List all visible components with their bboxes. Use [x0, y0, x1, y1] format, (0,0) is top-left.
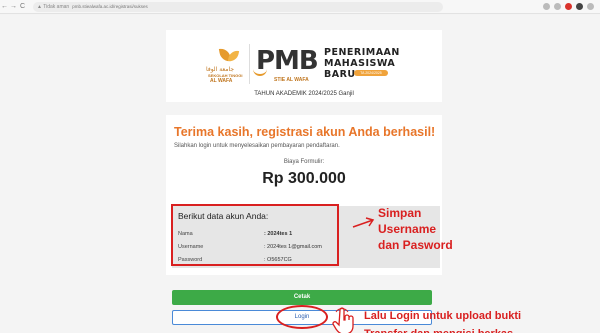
save-credentials-note: Simpan Username dan Pasword: [378, 205, 453, 253]
forward-icon[interactable]: →: [9, 0, 18, 14]
year-badge: TA 2024/2025: [354, 70, 388, 76]
fee-label: Biaya Formulir:: [283, 159, 325, 165]
share-icon[interactable]: [554, 3, 561, 10]
security-warning-label[interactable]: ▲ Tidak aman: [37, 4, 69, 10]
login-instruction: Silahkan login untuk menyelesaikan pemba…: [174, 143, 340, 149]
profile-icon[interactable]: [576, 3, 583, 10]
fee-amount: Rp 300.000: [262, 170, 346, 187]
highlight-ellipse: [276, 305, 328, 329]
page-content: جامعة الوفا SEKOLAH TINGGI AL WAFA PMB S…: [0, 15, 600, 333]
highlight-rectangle: [171, 204, 339, 266]
login-upload-note: Lalu Login untuk upload bukti Transfer d…: [364, 307, 521, 333]
logo-subtitle-2: AL WAFA: [210, 78, 233, 84]
logo-arabic-text: جامعة الوفا: [206, 66, 235, 73]
admission-title-line-1: PENERIMAAN: [324, 47, 400, 58]
back-icon[interactable]: ←: [0, 0, 9, 14]
pointing-hand-icon: [332, 306, 356, 333]
address-bar[interactable]: ▲ Tidak aman pmb.stiealwafa.ac.id/regist…: [33, 1, 443, 12]
extension-icons: [543, 3, 594, 10]
save-note-line-2: Username: [378, 222, 437, 236]
browser-toolbar: ← → C ▲ Tidak aman pmb.stiealwafa.ac.id/…: [0, 0, 600, 14]
address-text[interactable]: pmb.stiealwafa.ac.id/registrasi/sukses: [72, 4, 148, 9]
save-note-line-1: Simpan: [378, 206, 422, 220]
pmb-subtitle: STIE AL WAFA: [274, 77, 309, 83]
admission-title-line-2: MAHASISWA: [324, 58, 396, 69]
arrow-icon: [351, 215, 377, 233]
header-divider: [249, 44, 250, 84]
login-note-line-2: Transfer dan mengisi berkas: [364, 325, 521, 333]
success-title: Terima kasih, registrasi akun Anda berha…: [174, 125, 436, 139]
reload-icon[interactable]: C: [18, 0, 27, 14]
leaf-logo-icon: [216, 46, 242, 68]
login-note-line-1: Lalu Login untuk upload bukti: [364, 310, 522, 322]
academic-year: TAHUN AKADEMIK 2024/2025 Ganjil: [254, 91, 354, 97]
extension-icon[interactable]: [565, 3, 572, 10]
menu-icon[interactable]: [587, 3, 594, 10]
save-note-line-3: dan Pasword: [378, 238, 453, 252]
bookmark-icon[interactable]: [543, 3, 550, 10]
header-card: جامعة الوفا SEKOLAH TINGGI AL WAFA PMB S…: [166, 30, 442, 102]
print-button[interactable]: Cetak: [172, 290, 432, 305]
